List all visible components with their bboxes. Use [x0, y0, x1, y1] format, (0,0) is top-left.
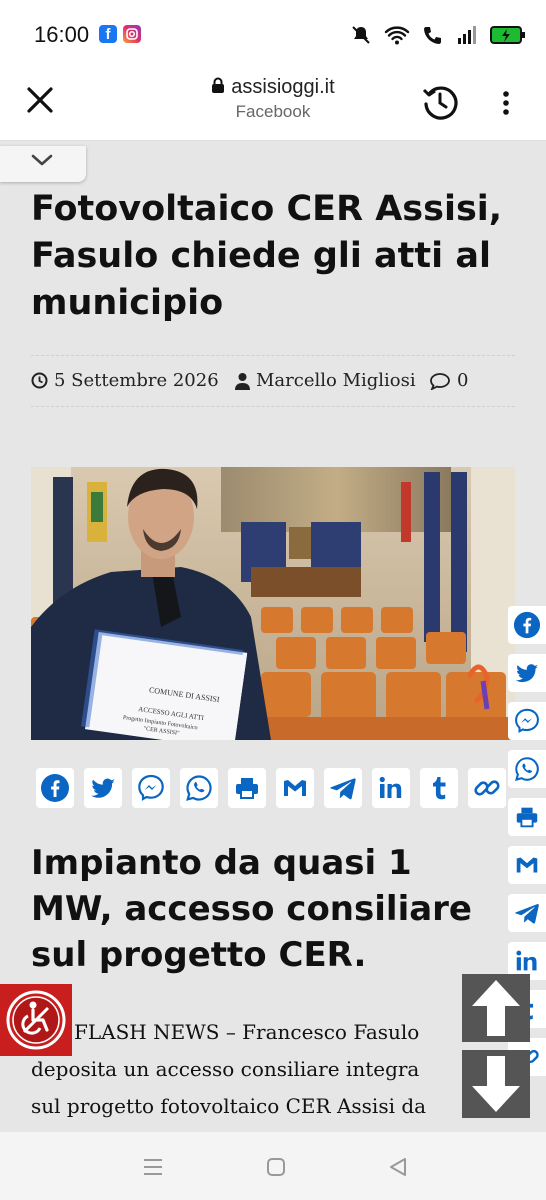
wifi-call-icon — [424, 27, 441, 44]
collapse-toggle[interactable] — [0, 146, 86, 182]
side-share-facebook-button[interactable] — [508, 606, 546, 644]
share-telegram-button[interactable] — [324, 768, 362, 808]
article-hero-image[interactable]: COMUNE DI ASSISI ACCESSO AGLI ATTI Proge… — [31, 467, 515, 740]
hero-illustration: COMUNE DI ASSISI ACCESSO AGLI ATTI Proge… — [31, 467, 515, 740]
arrow-up-icon — [472, 980, 520, 1036]
side-share-messenger-button[interactable] — [508, 702, 546, 740]
status-bar: 16:00 f — [0, 0, 546, 70]
history-icon — [422, 86, 458, 120]
share-tumblr-button[interactable] — [420, 768, 458, 808]
link-icon — [474, 780, 500, 796]
meta-comments-count: 0 — [457, 370, 469, 391]
side-share-telegram-button[interactable] — [508, 894, 546, 932]
article-subtitle: Impianto da quasi 1 MW, accesso consilia… — [31, 843, 472, 975]
url-bar[interactable]: assisioggi.it Facebook — [150, 76, 396, 122]
share-linkedin-button[interactable] — [372, 768, 410, 808]
back-icon[interactable] — [387, 1156, 409, 1178]
share-print-button[interactable] — [228, 768, 266, 808]
arrow-down-icon — [472, 1056, 520, 1112]
wheelchair-icon — [6, 990, 66, 1050]
share-facebook-button[interactable] — [36, 768, 74, 808]
twitter-icon — [91, 778, 115, 798]
side-share-print-button[interactable] — [508, 798, 546, 836]
battery-charging-icon — [490, 26, 525, 44]
clock-icon — [31, 372, 48, 389]
android-nav-bar — [0, 1132, 546, 1200]
linkedin-icon — [516, 950, 537, 971]
print-icon — [516, 807, 538, 828]
history-button[interactable] — [420, 82, 460, 122]
signal-icon — [458, 26, 476, 44]
lock-icon — [212, 77, 225, 93]
share-whatsapp-button[interactable] — [180, 768, 218, 808]
scroll-to-bottom-button[interactable] — [462, 1050, 530, 1118]
meta-author-text: Marcello Migliosi — [256, 370, 416, 391]
gmail-icon — [284, 780, 306, 796]
side-share-whatsapp-button[interactable] — [508, 750, 546, 788]
home-icon[interactable] — [265, 1156, 287, 1178]
status-time: 16:00 — [34, 22, 90, 47]
browser-toolbar: assisioggi.it Facebook — [0, 70, 546, 141]
system-status-icons — [350, 24, 526, 46]
twitter-icon — [515, 664, 539, 683]
article-body: FLASH NEWS – Francesco Fasulo deposita u… — [31, 1014, 501, 1125]
more-options-button[interactable] — [494, 84, 518, 124]
body-line-1: FLASH NEWS – Francesco Fasulo — [74, 1020, 420, 1044]
accessibility-button[interactable] — [0, 984, 72, 1056]
facebook-icon — [513, 611, 541, 639]
messenger-icon — [138, 774, 164, 801]
share-copy-link-button[interactable] — [468, 768, 506, 808]
print-icon — [236, 778, 258, 799]
whatsapp-icon — [514, 757, 539, 781]
more-vert-icon — [503, 91, 509, 115]
meta-date[interactable]: 5 Settembre 2026 — [31, 370, 219, 391]
user-icon — [235, 372, 250, 390]
facebook-app-icon: f — [99, 25, 117, 43]
close-icon — [27, 87, 53, 113]
chevron-down-icon — [31, 154, 53, 166]
telegram-icon — [515, 904, 539, 924]
whatsapp-icon — [186, 775, 212, 801]
scroll-to-top-button[interactable] — [462, 974, 530, 1042]
url-source: Facebook — [235, 102, 311, 121]
share-buttons-inline — [36, 768, 506, 808]
article-meta: 5 Settembre 2026 Marcello Migliosi 0 — [31, 355, 515, 407]
share-messenger-button[interactable] — [132, 768, 170, 808]
meta-comments[interactable]: 0 — [429, 370, 468, 391]
meta-author[interactable]: Marcello Migliosi — [235, 370, 416, 391]
body-line-3: sul progetto fotovoltaico CER Assisi da — [31, 1094, 427, 1118]
comment-icon — [430, 372, 450, 390]
tumblr-icon — [433, 777, 446, 800]
facebook-icon — [41, 774, 69, 802]
linkedin-icon — [379, 776, 402, 798]
share-gmail-button[interactable] — [276, 768, 314, 808]
recent-apps-icon[interactable] — [142, 1156, 164, 1178]
body-line-2: deposita un accesso consiliare integra — [31, 1057, 420, 1081]
share-twitter-button[interactable] — [84, 768, 122, 808]
gmail-icon — [516, 857, 538, 873]
url-domain: assisioggi.it — [231, 76, 335, 98]
side-share-gmail-button[interactable] — [508, 846, 546, 884]
wifi-icon — [384, 26, 410, 45]
meta-date-text: 5 Settembre 2026 — [54, 370, 219, 391]
article-title: Fotovoltaico CER Assisi, Fasulo chiede g… — [31, 189, 503, 323]
side-share-twitter-button[interactable] — [508, 654, 546, 692]
telegram-icon — [330, 778, 356, 800]
close-button[interactable] — [22, 82, 58, 118]
instagram-app-icon — [123, 25, 141, 43]
mute-icon — [352, 26, 370, 44]
url-domain-row: assisioggi.it — [150, 76, 396, 99]
messenger-icon — [515, 708, 539, 734]
